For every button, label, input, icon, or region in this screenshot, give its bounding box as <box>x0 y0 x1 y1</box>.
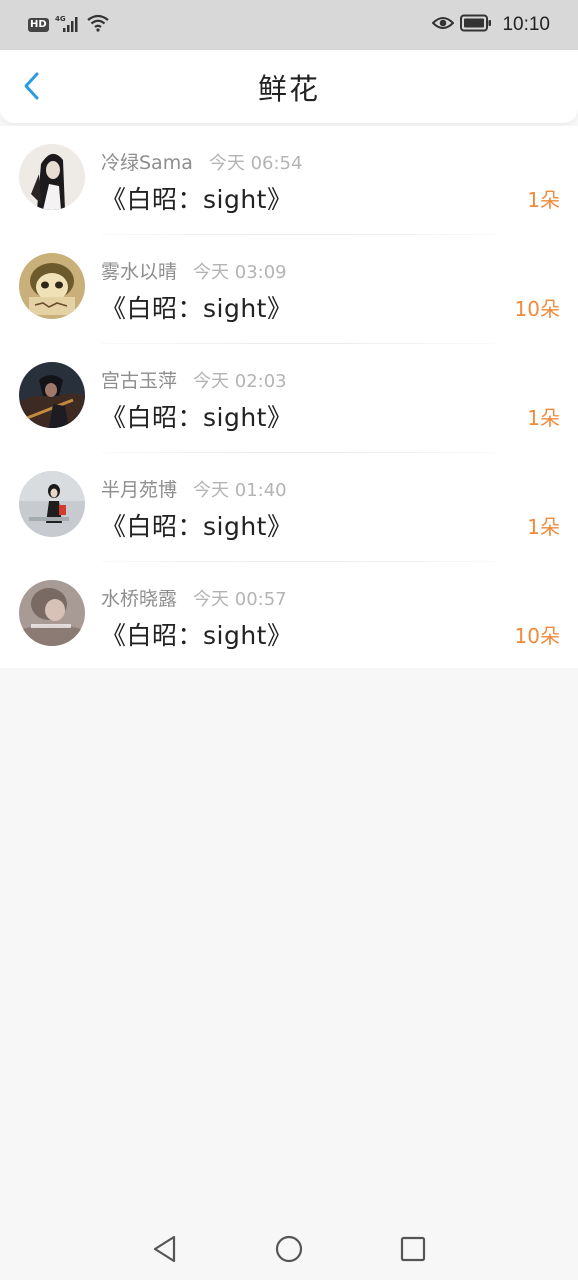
svg-text:4G: 4G <box>55 15 66 23</box>
list-item[interactable]: 宫古玉萍 今天 02:03 《白昭：sight》 1朵 <box>0 344 578 453</box>
book-title[interactable]: 《白昭：sight》 <box>101 616 293 652</box>
avatar[interactable] <box>19 362 85 428</box>
item-meta: 雾水以晴 今天 03:09 <box>101 257 287 284</box>
user-name[interactable]: 水桥晓露 <box>101 584 177 611</box>
item-meta: 冷绿Sama 今天 06:54 <box>101 148 302 175</box>
user-name[interactable]: 冷绿Sama <box>101 148 193 175</box>
list-item[interactable]: 水桥晓露 今天 00:57 《白昭：sight》 10朵 <box>0 562 578 671</box>
system-nav-bar <box>0 1218 578 1280</box>
home-circle-icon <box>275 1235 303 1263</box>
flower-count: 10朵 <box>514 624 560 648</box>
wifi-icon <box>86 14 109 36</box>
user-name[interactable]: 宫古玉萍 <box>101 366 177 393</box>
list-item[interactable]: 冷绿Sama 今天 06:54 《白昭：sight》 1朵 <box>0 126 578 235</box>
timestamp: 今天 03:09 <box>193 262 287 283</box>
list-item[interactable]: 雾水以晴 今天 03:09 《白昭：sight》 10朵 <box>0 235 578 344</box>
back-triangle-icon <box>153 1235 176 1263</box>
user-name[interactable]: 半月苑博 <box>101 475 177 502</box>
book-title[interactable]: 《白昭：sight》 <box>101 289 293 325</box>
system-recents-button[interactable] <box>393 1229 433 1269</box>
list-item[interactable]: 半月苑博 今天 01:40 《白昭：sight》 1朵 <box>0 453 578 562</box>
flower-count: 10朵 <box>514 297 560 321</box>
item-meta: 水桥晓露 今天 00:57 <box>101 584 287 611</box>
item-meta: 宫古玉萍 今天 02:03 <box>101 366 287 393</box>
flower-count: 1朵 <box>527 406 560 430</box>
user-name[interactable]: 雾水以晴 <box>101 257 177 284</box>
system-back-button[interactable] <box>145 1229 185 1269</box>
book-title[interactable]: 《白昭：sight》 <box>101 398 293 434</box>
avatar[interactable] <box>19 580 85 646</box>
timestamp: 今天 00:57 <box>193 589 287 610</box>
flower-list: 冷绿Sama 今天 06:54 《白昭：sight》 1朵 雾水以晴 今天 03… <box>0 126 578 668</box>
back-button[interactable] <box>14 68 50 104</box>
item-meta: 半月苑博 今天 01:40 <box>101 475 287 502</box>
battery-icon <box>460 14 492 36</box>
timestamp: 今天 02:03 <box>193 371 287 392</box>
book-title[interactable]: 《白昭：sight》 <box>101 180 293 216</box>
header: 鲜花 <box>0 50 578 123</box>
status-bar: HD 4G 10:10 <box>0 0 578 50</box>
system-home-button[interactable] <box>269 1229 309 1269</box>
signal-icon: 4G <box>55 13 81 37</box>
eye-icon <box>432 15 455 35</box>
recents-square-icon <box>400 1236 426 1262</box>
status-right: 10:10 <box>432 14 550 36</box>
clock: 10:10 <box>502 14 550 35</box>
book-title[interactable]: 《白昭：sight》 <box>101 507 293 543</box>
flower-count: 1朵 <box>527 515 560 539</box>
status-left: HD 4G <box>28 13 109 37</box>
avatar[interactable] <box>19 144 85 210</box>
hd-icon: HD <box>28 18 49 32</box>
timestamp: 今天 01:40 <box>193 480 287 501</box>
avatar[interactable] <box>19 253 85 319</box>
page-title: 鲜花 <box>257 71 320 106</box>
chevron-left-icon <box>24 72 39 100</box>
timestamp: 今天 06:54 <box>208 153 303 174</box>
flower-count: 1朵 <box>527 188 560 212</box>
avatar[interactable] <box>19 471 85 537</box>
